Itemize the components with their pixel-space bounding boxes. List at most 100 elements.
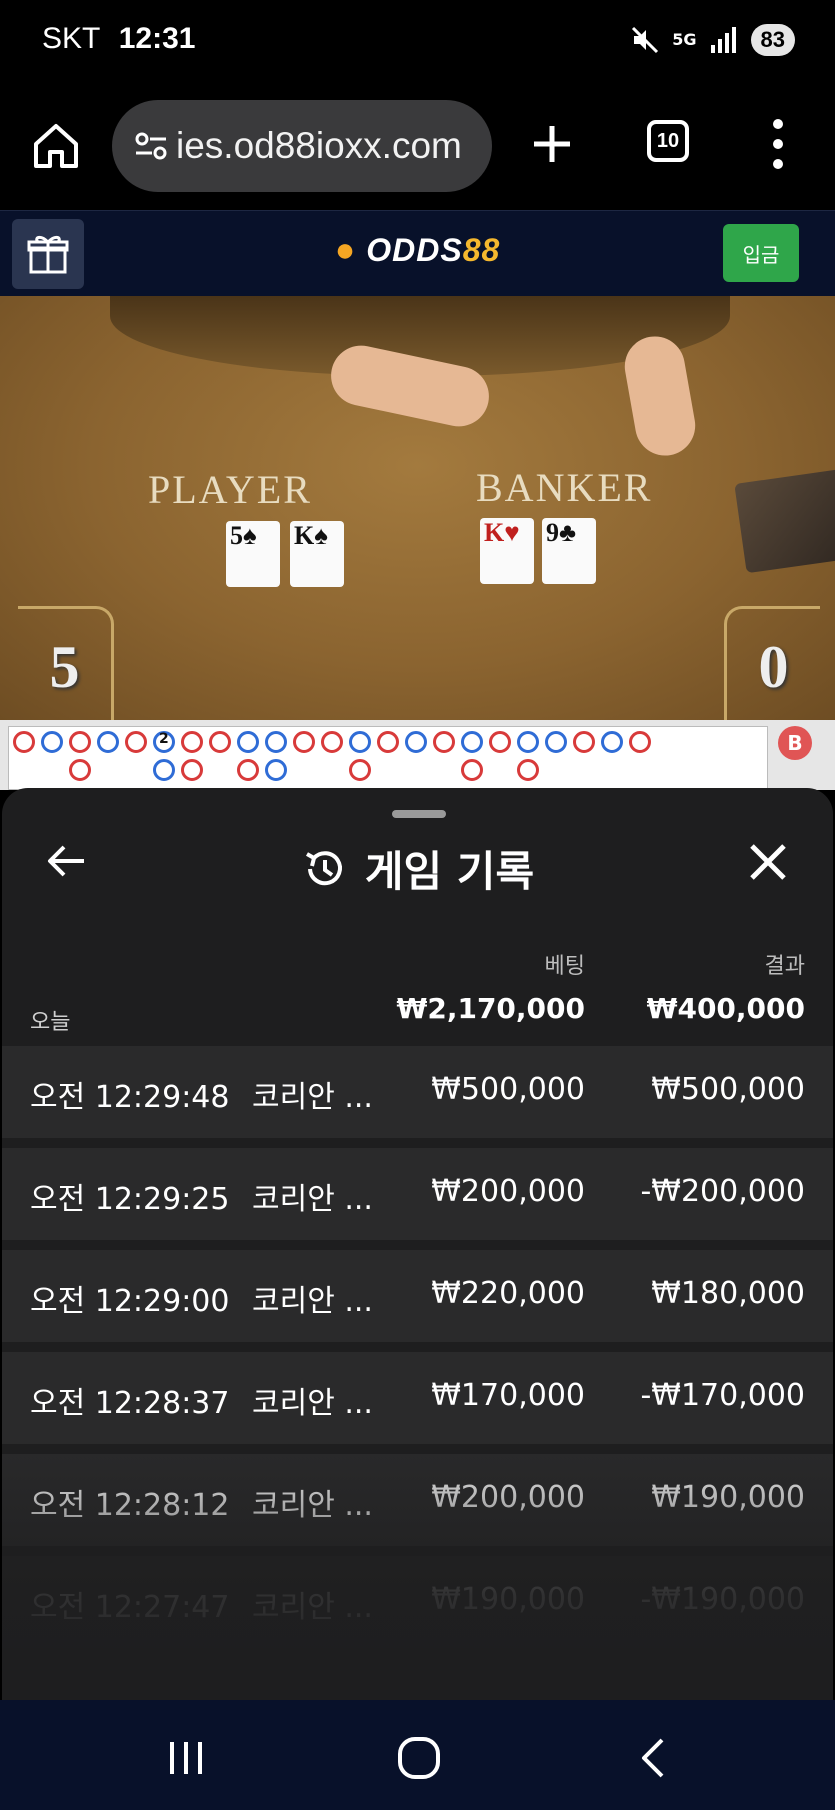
- clock: 12:31: [118, 22, 196, 55]
- banker-card-2: 9♣: [542, 518, 596, 584]
- column-header-bet: 베팅: [544, 954, 585, 979]
- bead-banker: [321, 731, 343, 753]
- bead-player: [41, 731, 63, 753]
- new-tab-icon[interactable]: [528, 120, 576, 168]
- bead-banker: [69, 731, 91, 753]
- player-card-2: K♠: [290, 521, 344, 587]
- mute-icon: [632, 26, 659, 54]
- row-time: 오전 12:29:00: [30, 1284, 230, 1319]
- home-nav-icon[interactable]: [389, 1734, 449, 1782]
- row-game: 코리안 ...: [252, 1080, 373, 1115]
- system-nav-bar: [0, 1700, 835, 1810]
- logo-dot: ●: [334, 231, 357, 269]
- bead-banker: [69, 759, 91, 781]
- row-time: 오전 12:29:25: [30, 1182, 230, 1217]
- row-bet: ₩190,000: [431, 1582, 585, 1617]
- close-icon[interactable]: [746, 840, 790, 884]
- row-bet: ₩200,000: [431, 1480, 585, 1515]
- live-game-video: PLAYER BANKER 5♠ K♠ K♥ 9♣ 5 0: [0, 296, 835, 720]
- bead-player: [545, 731, 567, 753]
- network-icon: 5G: [672, 30, 697, 49]
- history-row[interactable]: 오전 12:28:37 코리안 ... ₩170,000 -₩170,000: [2, 1352, 833, 1444]
- banker-label: BANKER: [476, 465, 653, 510]
- bead-banker: [461, 759, 483, 781]
- history-row[interactable]: 오전 12:29:00 코리안 ... ₩220,000 ₩180,000: [2, 1250, 833, 1342]
- row-time: 오전 12:27:47: [30, 1590, 230, 1625]
- banker-badge: B: [778, 726, 812, 760]
- game-history-sheet: 게임 기록 베팅 결과 오늘 ₩2,170,000 ₩400,000 오전 12…: [2, 788, 833, 1700]
- recent-apps-icon[interactable]: [156, 1734, 216, 1782]
- signal-icon: [710, 27, 736, 53]
- history-row[interactable]: 오전 12:28:12 코리안 ... ₩200,000 ₩190,000: [2, 1454, 833, 1546]
- home-icon[interactable]: [30, 120, 82, 172]
- history-icon: [305, 850, 342, 885]
- row-result: ₩500,000: [651, 1072, 805, 1107]
- status-bar: SKT 12:31 5G 83: [0, 0, 835, 90]
- logo-number: 88: [462, 232, 501, 268]
- player-card-1: 5♠: [226, 521, 280, 587]
- row-game: 코리안 ...: [252, 1386, 373, 1421]
- history-row[interactable]: 오전 12:27:47 코리안 ... ₩190,000 -₩190,000: [2, 1556, 833, 1648]
- row-time: 오전 12:29:48: [30, 1080, 230, 1115]
- sheet-title: 게임 기록: [364, 847, 535, 896]
- carrier-label: SKT: [42, 22, 101, 55]
- bead-road: 2: [8, 726, 768, 790]
- row-time: 오전 12:28:12: [30, 1488, 230, 1523]
- address-bar[interactable]: ies.od88ioxx.com: [112, 100, 492, 192]
- banker-score: 0: [724, 606, 820, 720]
- date-group-label: 오늘: [30, 1010, 71, 1035]
- site-logo[interactable]: ● ODDS88: [0, 231, 835, 270]
- url-text[interactable]: ies.od88ioxx.com: [176, 125, 486, 167]
- row-game: 코리안 ...: [252, 1284, 373, 1319]
- bead-banker: [181, 759, 203, 781]
- row-bet: ₩500,000: [431, 1072, 585, 1107]
- road-map[interactable]: 2 B: [0, 720, 835, 790]
- sheet-header: 게임 기록: [2, 838, 833, 899]
- bead-player: [237, 731, 259, 753]
- browser-toolbar: ies.od88ioxx.com 10: [0, 90, 835, 210]
- total-bet: ₩2,170,000: [396, 992, 585, 1025]
- sheet-drag-handle[interactable]: [392, 810, 446, 818]
- bead-player: [153, 759, 175, 781]
- logo-text: ODDS: [366, 232, 463, 268]
- more-options-icon[interactable]: [770, 116, 786, 172]
- battery-indicator: 83: [750, 24, 795, 56]
- bead-player: [97, 731, 119, 753]
- row-bet: ₩200,000: [431, 1174, 585, 1209]
- bead-player: [405, 731, 427, 753]
- bead-banker: [237, 759, 259, 781]
- player-label: PLAYER: [148, 467, 312, 512]
- player-score: 5: [18, 606, 114, 720]
- bead-banker: [517, 759, 539, 781]
- site-header: ● ODDS88 입금: [0, 210, 835, 296]
- bead-banker: [377, 731, 399, 753]
- bead-banker: [13, 731, 35, 753]
- bead-banker: [181, 731, 203, 753]
- row-time: 오전 12:28:37: [30, 1386, 230, 1421]
- bead-player: [517, 731, 539, 753]
- status-left: SKT 12:31: [42, 22, 195, 56]
- site-settings-icon[interactable]: [130, 125, 172, 167]
- history-row[interactable]: 오전 12:29:48 코리안 ... ₩500,000 ₩500,000: [2, 1046, 833, 1138]
- bead-banker: [629, 731, 651, 753]
- row-result: ₩190,000: [651, 1480, 805, 1515]
- row-result: ₩180,000: [651, 1276, 805, 1311]
- column-header-result: 결과: [764, 954, 805, 979]
- tab-switcher-button[interactable]: 10: [647, 120, 689, 162]
- row-bet: ₩220,000: [431, 1276, 585, 1311]
- road-marker: 2: [159, 731, 169, 747]
- bead-player: [265, 759, 287, 781]
- bead-banker: [293, 731, 315, 753]
- bead-player: [265, 731, 287, 753]
- row-game: 코리안 ...: [252, 1488, 373, 1523]
- deposit-button[interactable]: 입금: [723, 224, 799, 282]
- bead-banker: [209, 731, 231, 753]
- row-result: -₩170,000: [640, 1378, 805, 1413]
- bead-player: [349, 731, 371, 753]
- bead-banker: [125, 731, 147, 753]
- row-result: -₩190,000: [640, 1582, 805, 1617]
- card-shoe: [734, 468, 835, 574]
- back-nav-icon[interactable]: [624, 1734, 684, 1782]
- total-result: ₩400,000: [646, 992, 805, 1025]
- history-row[interactable]: 오전 12:29:25 코리안 ... ₩200,000 -₩200,000: [2, 1148, 833, 1240]
